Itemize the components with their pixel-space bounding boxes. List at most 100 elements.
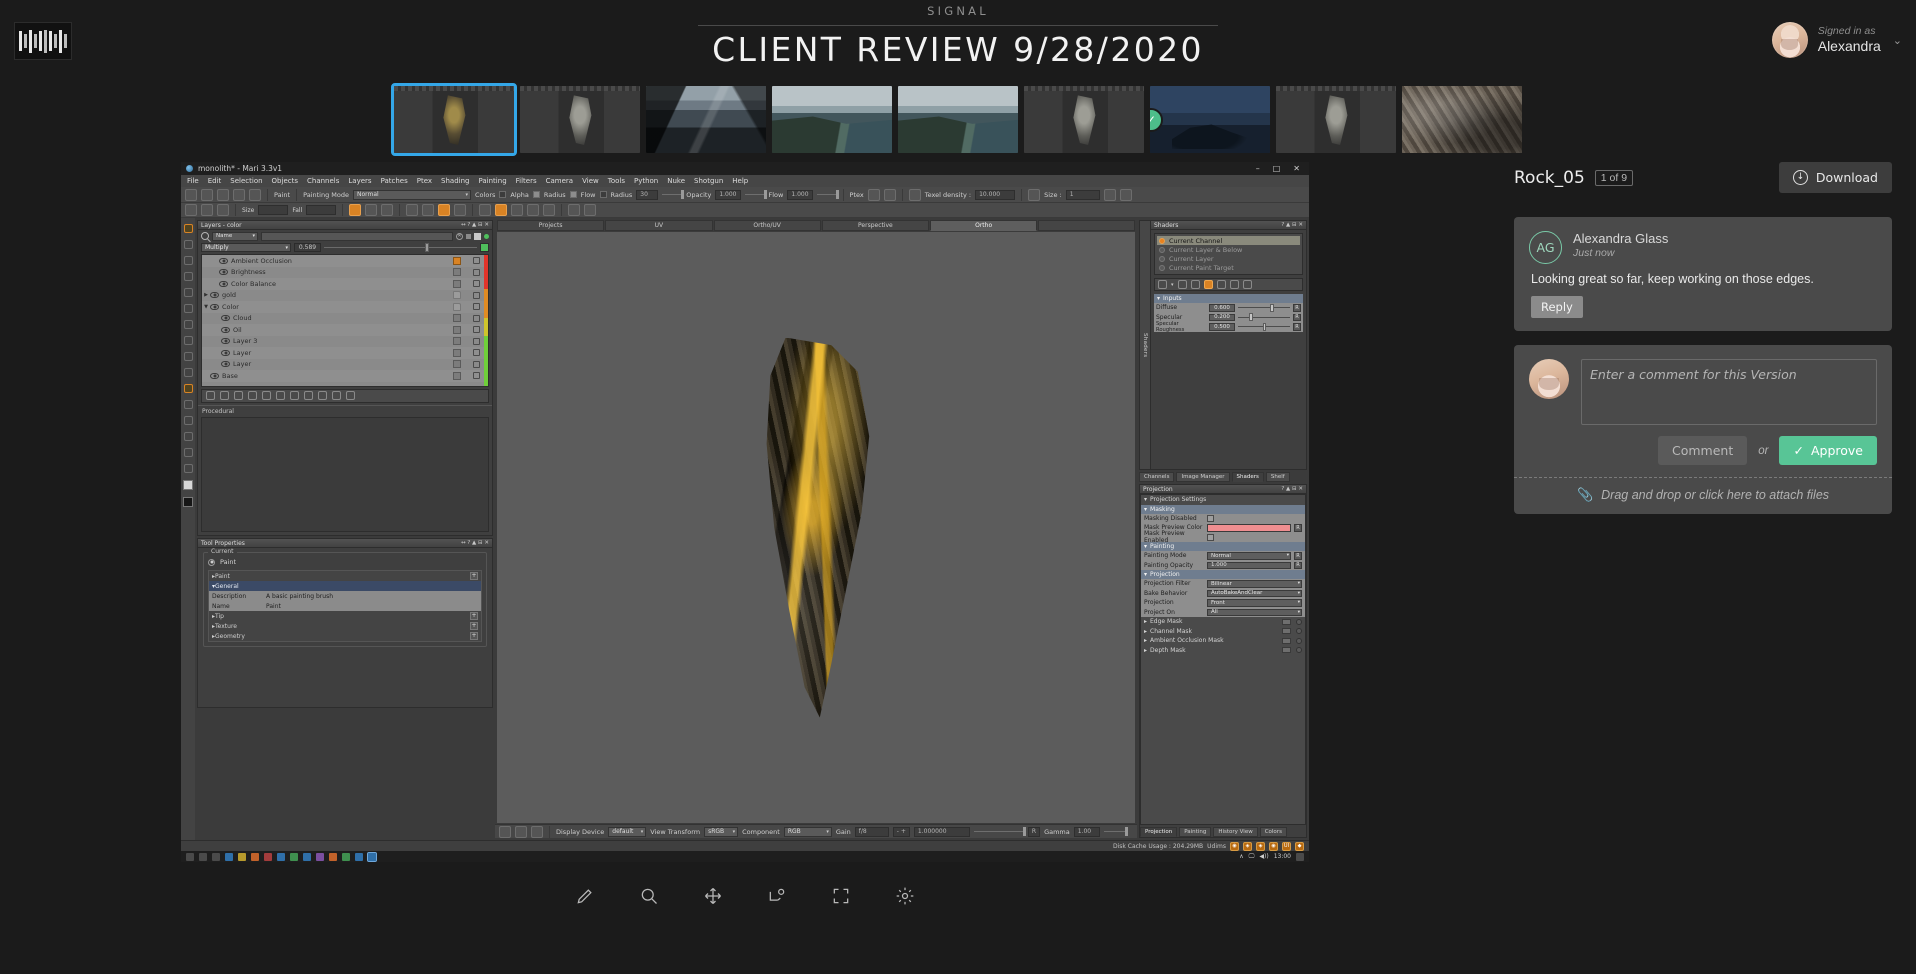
rail-clone-icon[interactable] [183,352,193,361]
rail-scale-icon[interactable] [183,304,193,313]
ptex-tool-a-icon[interactable] [867,188,880,201]
duplicate-icon[interactable] [1103,188,1116,201]
clear-search-icon[interactable]: ✕ [456,232,463,240]
rail-move-icon[interactable] [183,288,193,297]
select-tool-icon[interactable] [185,204,197,216]
mari-taskbar-icon[interactable] [367,851,377,862]
channel-mask-row[interactable]: ▸ Channel Mask [1141,626,1305,636]
tab-ortho-uv[interactable]: Ortho/UV [713,220,821,231]
edge-mask-toggle[interactable] [1282,618,1291,625]
thumbnail-item-7[interactable]: ✓ [1150,86,1270,153]
task-view-icon[interactable] [212,852,220,861]
texel-density-icon[interactable] [908,188,921,201]
eraser-tool-icon[interactable] [365,204,378,216]
reply-button[interactable]: Reply [1531,296,1583,318]
projection-settings-header[interactable]: ▾ Projection Settings [1141,495,1305,505]
tool-properties-controls[interactable]: ↔ ? ▲ ⊟ ✕ [461,540,489,546]
bake-behavior-select[interactable]: AutoBakeAndClear [1207,589,1302,597]
tab-ortho[interactable]: Ortho [930,220,1038,231]
alpha-checkbox[interactable] [532,191,540,198]
app-icon-5[interactable] [303,852,311,861]
flow-checkbox[interactable] [599,191,607,198]
menu-ptex[interactable]: Ptex [417,177,432,185]
thumbnail-item-5[interactable] [898,86,1018,153]
app-icon-4[interactable] [290,852,298,861]
shaders-panel-controls[interactable]: ? ▲ ⊟ ✕ [1281,222,1303,228]
app-icon-2[interactable] [264,852,272,861]
size-value[interactable]: 1 [1065,189,1100,200]
rail-blur-icon[interactable] [183,336,193,345]
expand-icon[interactable]: + [470,622,478,630]
layer-lock-icon[interactable] [473,303,480,311]
list-item[interactable]: Current Layer & Below [1157,245,1300,254]
layer-lock-icon[interactable] [473,268,480,276]
inputs-header[interactable]: ▾ Inputs [1154,294,1303,303]
app-icon-8[interactable] [342,852,350,861]
foreground-color-swatch[interactable] [183,480,193,490]
tab-painting[interactable]: Painting [1179,827,1212,837]
delete-layer-icon[interactable] [332,391,341,400]
app-icon-6[interactable] [316,852,324,861]
app-icon-9[interactable] [355,852,363,861]
add-procedural-layer-icon[interactable] [220,391,229,400]
thumbnail-item-8[interactable] [1276,86,1396,153]
tab-image-manager[interactable]: Image Manager [1176,472,1230,482]
channel-mask-toggle[interactable] [1282,628,1291,635]
approve-button[interactable]: ✓ Approve [1779,436,1877,465]
status-badge[interactable]: ◉ [1230,841,1239,851]
tab-shaders[interactable]: Shaders [1231,472,1264,482]
tab-uv[interactable]: UV [605,220,713,231]
layer-thumbnail[interactable] [453,302,461,311]
menu-layers[interactable]: Layers [348,177,371,185]
menu-help[interactable]: Help [732,177,748,185]
gain-number[interactable]: 1.000000 [913,826,970,837]
layer-list[interactable]: Ambient Occlusion Brightness Color Balan… [201,254,489,387]
expand-icon[interactable]: + [470,612,478,620]
app-icon-3[interactable] [277,852,285,861]
table-row[interactable]: ▼ Color [202,301,484,313]
gradient-tool-icon[interactable] [454,204,467,216]
hide-shader-icon[interactable] [1229,280,1239,289]
projection-header[interactable]: ▾ Projection [1141,570,1305,579]
layer-expand-icon[interactable]: ▼ [202,304,210,310]
edge-mask-dot[interactable] [1296,618,1302,625]
radius-value[interactable]: 30 [636,189,659,200]
duplicate-layer-icon[interactable] [276,391,285,400]
layer-thumbnail[interactable] [453,291,461,300]
input-slider[interactable] [1238,322,1290,331]
tab-projection[interactable]: Projection [1140,827,1178,837]
expand-icon[interactable]: + [470,572,478,580]
tab-colors[interactable]: Colors [1259,827,1287,837]
menu-shotgun[interactable]: Shotgun [694,177,723,185]
menu-view[interactable]: View [582,177,599,185]
opacity-value[interactable]: 1.000 [715,189,741,200]
maximize-icon[interactable]: □ [1273,164,1281,173]
reset-button[interactable]: R [1293,323,1301,331]
depth-mask-row[interactable]: ▸ Depth Mask [1141,645,1305,655]
gamma-value[interactable]: 1.00 [1073,826,1100,837]
masking-disabled-checkbox[interactable] [1207,514,1214,522]
tray-network-icon[interactable]: 🖵 [1249,853,1255,861]
media-viewer[interactable]: monolith* - Mari 3.3v1 – □ ✕ File Edit S… [0,162,1490,862]
minimize-icon[interactable]: – [1256,164,1260,173]
explorer-icon[interactable] [225,852,233,861]
comment-input[interactable] [1581,359,1877,425]
rail-zoom-icon[interactable] [183,256,193,265]
rail-pen-icon[interactable] [183,464,193,473]
thumbnail-item-6[interactable] [1024,86,1144,153]
tray-volume-icon[interactable]: ◀)) [1259,853,1268,860]
procedural-body[interactable] [201,416,489,532]
menu-objects[interactable]: Objects [272,177,298,185]
app-icon-1[interactable] [251,852,259,861]
layer-opacity-slider[interactable] [324,243,477,252]
depth-mask-dot[interactable] [1296,647,1302,654]
layer-thumbnail[interactable] [453,360,461,369]
flow-value[interactable]: 1.000 [787,189,813,200]
current-tool-row[interactable]: Paint [208,558,482,566]
layer-lock-icon[interactable] [473,291,480,299]
projection-select[interactable]: Front [1207,599,1302,607]
texel-density-value[interactable]: 10.000 [975,189,1016,200]
general-group-row[interactable]: ▾ General [209,581,481,591]
tab-history-view[interactable]: History View [1213,827,1258,837]
tab-empty[interactable] [1038,220,1135,231]
